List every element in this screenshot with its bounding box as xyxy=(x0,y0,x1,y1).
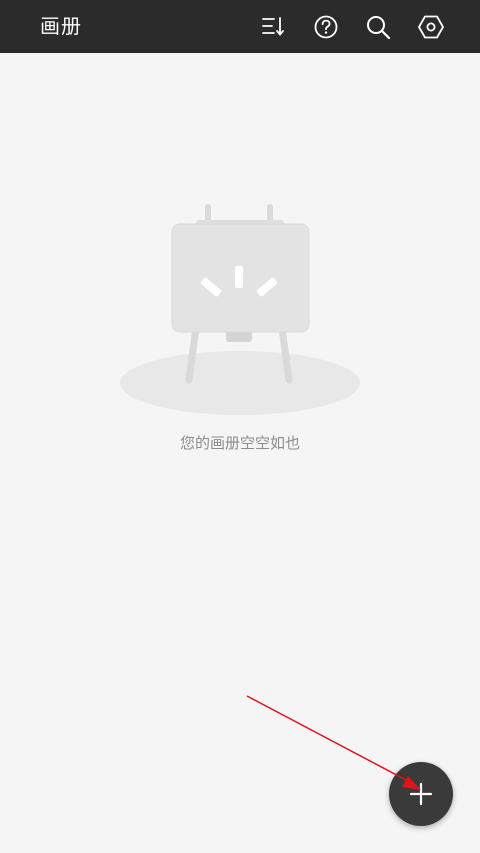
settings-icon[interactable] xyxy=(416,12,446,42)
empty-state-message: 您的画册空空如也 xyxy=(179,434,300,452)
page-title: 画册 xyxy=(40,14,82,38)
easel-icon xyxy=(118,200,362,420)
annotation-arrow xyxy=(246,695,421,790)
sort-icon[interactable] xyxy=(259,12,289,42)
album-screen: 画册 您的画册空空如也 xyxy=(0,0,480,853)
help-icon[interactable] xyxy=(311,12,341,42)
add-album-button[interactable] xyxy=(389,762,453,826)
search-icon[interactable] xyxy=(363,12,393,42)
app-bar: 画册 xyxy=(0,0,480,53)
plus-icon xyxy=(409,782,433,806)
